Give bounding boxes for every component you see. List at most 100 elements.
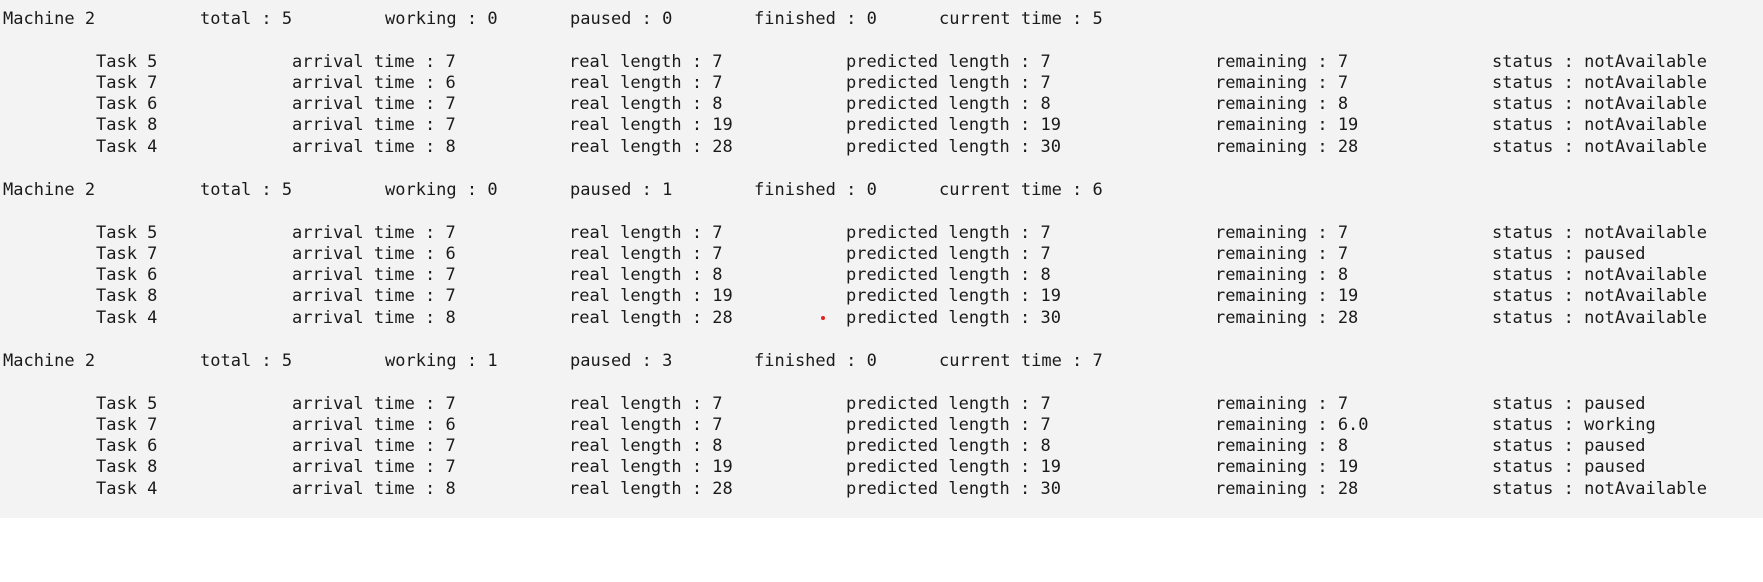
task-real-length: real length : 7	[569, 243, 723, 264]
task-real-length: real length : 19	[569, 286, 733, 307]
machine-header: Machine 2 total : 5 working : 0 paused :…	[0, 9, 1763, 30]
task-real-length: real length : 8	[569, 436, 723, 457]
task-arrival-time: arrival time : 7	[292, 115, 456, 136]
task-predicted-length: predicted length : 7	[846, 414, 1051, 435]
machine-status-block: Machine 2 total : 5 working : 0 paused :…	[0, 9, 1763, 158]
task-row: Task 6 arrival time : 7 real length : 8 …	[0, 265, 1763, 286]
paused-count: paused : 0	[570, 9, 673, 29]
task-name: Task 6	[96, 94, 158, 115]
task-row: Task 5 arrival time : 7 real length : 7 …	[0, 223, 1763, 244]
machine-name: Machine 2	[3, 180, 96, 200]
task-row: Task 7 arrival time : 6 real length : 7 …	[0, 415, 1763, 436]
task-status: status : notAvailable	[1492, 307, 1707, 328]
task-status: status : paused	[1492, 393, 1646, 414]
task-row: Task 5 arrival time : 7 real length : 7 …	[0, 52, 1763, 73]
task-name: Task 7	[96, 72, 158, 93]
task-arrival-time: arrival time : 7	[292, 457, 456, 478]
task-row: Task 7 arrival time : 6 real length : 7 …	[0, 73, 1763, 94]
task-row: Task 8 arrival time : 7 real length : 19…	[0, 457, 1763, 478]
task-real-length: real length : 8	[569, 94, 723, 115]
task-remaining: remaining : 6.0	[1215, 414, 1369, 435]
task-name: Task 5	[96, 393, 158, 414]
task-predicted-length: predicted length : 19	[846, 286, 1061, 307]
task-name: Task 7	[96, 414, 158, 435]
task-status: status : paused	[1492, 243, 1646, 264]
task-remaining: remaining : 7	[1215, 72, 1349, 93]
task-real-length: real length : 28	[569, 478, 733, 499]
task-row: Task 5 arrival time : 7 real length : 7 …	[0, 394, 1763, 415]
task-predicted-length: predicted length : 30	[846, 136, 1061, 157]
task-row: Task 7 arrival time : 6 real length : 7 …	[0, 244, 1763, 265]
total-count: total : 5	[200, 9, 293, 29]
task-status: status : notAvailable	[1492, 478, 1707, 499]
paused-count: paused : 3	[570, 351, 673, 371]
task-row: Task 6 arrival time : 7 real length : 8 …	[0, 94, 1763, 115]
task-predicted-length: predicted length : 7	[846, 72, 1051, 93]
task-remaining: remaining : 7	[1215, 222, 1349, 243]
task-name: Task 5	[96, 51, 158, 72]
task-name: Task 4	[96, 136, 158, 157]
task-arrival-time: arrival time : 7	[292, 286, 456, 307]
task-real-length: real length : 7	[569, 414, 723, 435]
task-predicted-length: predicted length : 30	[846, 307, 1061, 328]
finished-count: finished : 0	[754, 9, 877, 29]
machine-name: Machine 2	[3, 351, 96, 371]
task-arrival-time: arrival time : 8	[292, 136, 456, 157]
task-predicted-length: predicted length : 8	[846, 265, 1051, 286]
finished-count: finished : 0	[754, 351, 877, 371]
task-status: status : notAvailable	[1492, 265, 1707, 286]
task-remaining: remaining : 8	[1215, 94, 1349, 115]
task-predicted-length: predicted length : 19	[846, 115, 1061, 136]
task-remaining: remaining : 7	[1215, 51, 1349, 72]
total-count: total : 5	[200, 180, 293, 200]
task-predicted-length: predicted length : 30	[846, 478, 1061, 499]
current-time: current time : 7	[939, 351, 1103, 371]
task-row: Task 6 arrival time : 7 real length : 8 …	[0, 436, 1763, 457]
task-status: status : notAvailable	[1492, 222, 1707, 243]
task-arrival-time: arrival time : 6	[292, 414, 456, 435]
task-remaining: remaining : 7	[1215, 243, 1349, 264]
machine-status-block: Machine 2 total : 5 working : 1 paused :…	[0, 351, 1763, 500]
task-remaining: remaining : 8	[1215, 436, 1349, 457]
task-real-length: real length : 28	[569, 307, 733, 328]
task-real-length: real length : 28	[569, 136, 733, 157]
task-remaining: remaining : 28	[1215, 307, 1359, 328]
task-row: Task 4 arrival time : 8 real length : 28…	[0, 308, 1763, 329]
task-status: status : notAvailable	[1492, 136, 1707, 157]
task-status: status : paused	[1492, 457, 1646, 478]
task-predicted-length: predicted length : 7	[846, 51, 1051, 72]
task-name: Task 8	[96, 115, 158, 136]
task-arrival-time: arrival time : 7	[292, 265, 456, 286]
task-name: Task 6	[96, 265, 158, 286]
task-name: Task 8	[96, 286, 158, 307]
task-real-length: real length : 7	[569, 393, 723, 414]
machine-name: Machine 2	[3, 9, 96, 29]
task-real-length: real length : 7	[569, 72, 723, 93]
cursor-dot	[821, 316, 825, 320]
task-remaining: remaining : 19	[1215, 115, 1359, 136]
task-status: status : notAvailable	[1492, 72, 1707, 93]
task-row: Task 4 arrival time : 8 real length : 28…	[0, 479, 1763, 500]
task-arrival-time: arrival time : 6	[292, 243, 456, 264]
task-predicted-length: predicted length : 19	[846, 457, 1061, 478]
task-status: status : notAvailable	[1492, 115, 1707, 136]
task-predicted-length: predicted length : 7	[846, 393, 1051, 414]
task-row: Task 8 arrival time : 7 real length : 19…	[0, 286, 1763, 307]
current-time: current time : 6	[939, 180, 1103, 200]
task-remaining: remaining : 7	[1215, 393, 1349, 414]
task-row: Task 8 arrival time : 7 real length : 19…	[0, 115, 1763, 136]
task-name: Task 6	[96, 436, 158, 457]
working-count: working : 0	[385, 9, 498, 29]
task-status: status : paused	[1492, 436, 1646, 457]
task-arrival-time: arrival time : 8	[292, 478, 456, 499]
task-predicted-length: predicted length : 8	[846, 436, 1051, 457]
task-predicted-length: predicted length : 8	[846, 94, 1051, 115]
machine-header: Machine 2 total : 5 working : 0 paused :…	[0, 180, 1763, 201]
task-status: status : working	[1492, 414, 1656, 435]
task-real-length: real length : 8	[569, 265, 723, 286]
task-predicted-length: predicted length : 7	[846, 222, 1051, 243]
task-arrival-time: arrival time : 7	[292, 222, 456, 243]
finished-count: finished : 0	[754, 180, 877, 200]
task-status: status : notAvailable	[1492, 51, 1707, 72]
task-predicted-length: predicted length : 7	[846, 243, 1051, 264]
